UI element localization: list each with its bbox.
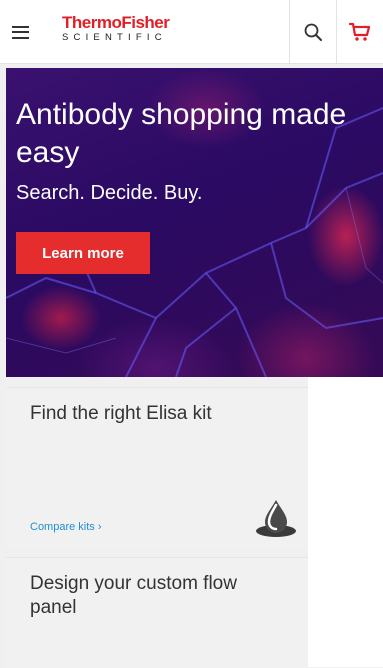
learn-more-button[interactable]: Learn more (16, 232, 150, 274)
compare-kits-link[interactable]: Compare kits › (30, 521, 102, 533)
thermo-fisher-logo[interactable]: ThermoFisher SCIENTIFIC (62, 13, 170, 43)
drop-icon (256, 500, 296, 537)
elisa-kit-card[interactable]: Find the right Elisa kit Compare kits › (6, 387, 308, 548)
logo-subtitle: SCIENTIFIC (62, 32, 167, 43)
menu-button[interactable] (0, 0, 40, 64)
hero-tagline: Search. Decide. Buy. (16, 182, 203, 204)
logo-brand: ThermoFisher (62, 13, 170, 32)
search-button[interactable] (290, 0, 336, 64)
flow-panel-card[interactable]: Design your custom flow panel (6, 557, 308, 668)
page-gutter (308, 377, 383, 667)
card-title: Find the right Elisa kit (30, 403, 212, 424)
search-icon (304, 23, 322, 41)
cart-button[interactable] (337, 0, 383, 64)
top-header: ThermoFisher SCIENTIFIC (0, 0, 383, 64)
hamburger-icon (11, 25, 29, 39)
hero-banner[interactable]: Antibody shopping made easy Search. Deci… (6, 68, 383, 377)
hero-headline: Antibody shopping made easy (16, 98, 347, 169)
card-title: Design your custom flow panel (30, 573, 237, 618)
cart-icon (349, 22, 371, 41)
